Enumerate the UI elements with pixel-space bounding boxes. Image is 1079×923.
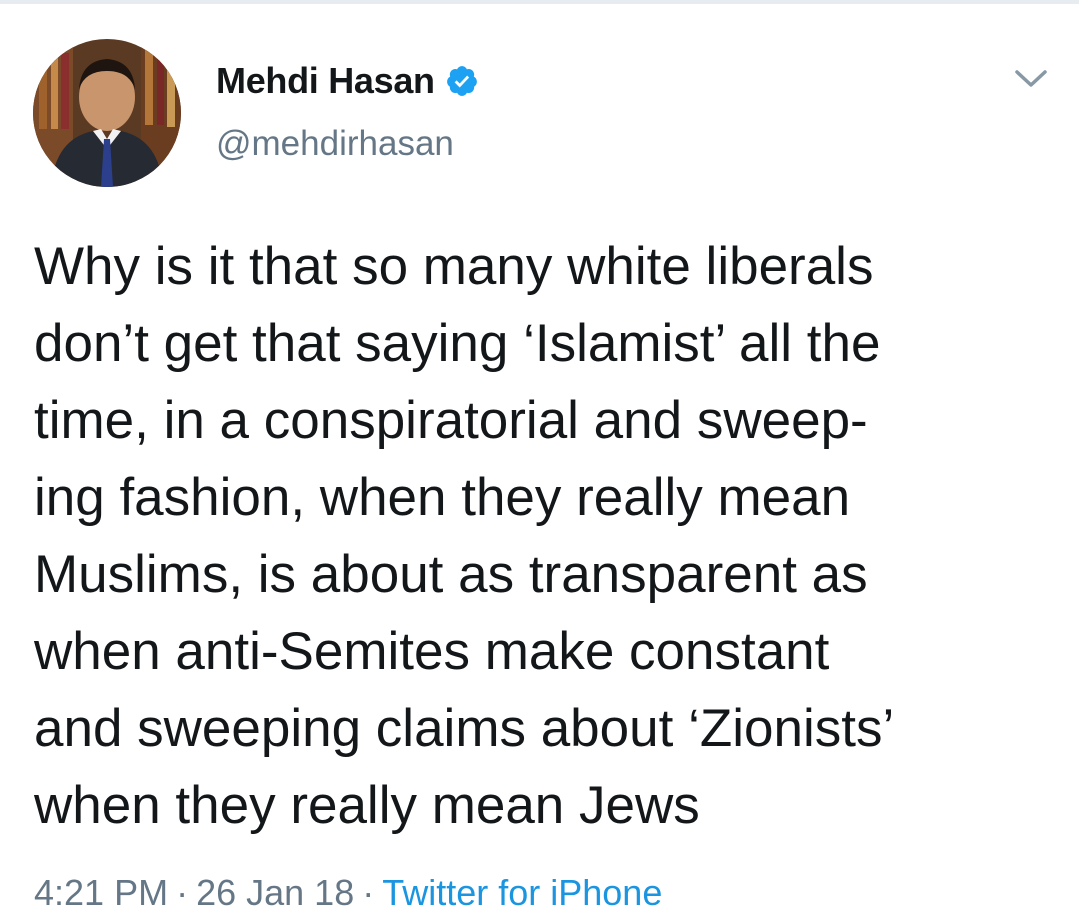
author-display-name[interactable]: Mehdi Hasan xyxy=(216,60,435,102)
separator: · xyxy=(362,872,375,913)
author-name-row[interactable]: Mehdi Hasan xyxy=(216,58,479,104)
author-handle[interactable]: @mehdirhasan xyxy=(216,124,454,164)
avatar-photo xyxy=(33,39,181,187)
top-divider xyxy=(0,0,1079,4)
chevron-down-icon[interactable] xyxy=(1012,66,1050,92)
tweet-date[interactable]: 26 Jan 18 xyxy=(196,872,354,913)
separator: · xyxy=(176,872,189,913)
avatar[interactable] xyxy=(33,39,181,187)
tweet-time[interactable]: 4:21 PM xyxy=(34,872,168,913)
verified-badge-icon xyxy=(445,64,479,98)
tweet-source-link[interactable]: Twitter for iPhone xyxy=(382,872,662,913)
tweet-text: Why is it that so many white liberals do… xyxy=(34,237,895,835)
tweet-metadata: 4:21 PM · 26 Jan 18 · Twitter for iPhone xyxy=(34,872,662,914)
